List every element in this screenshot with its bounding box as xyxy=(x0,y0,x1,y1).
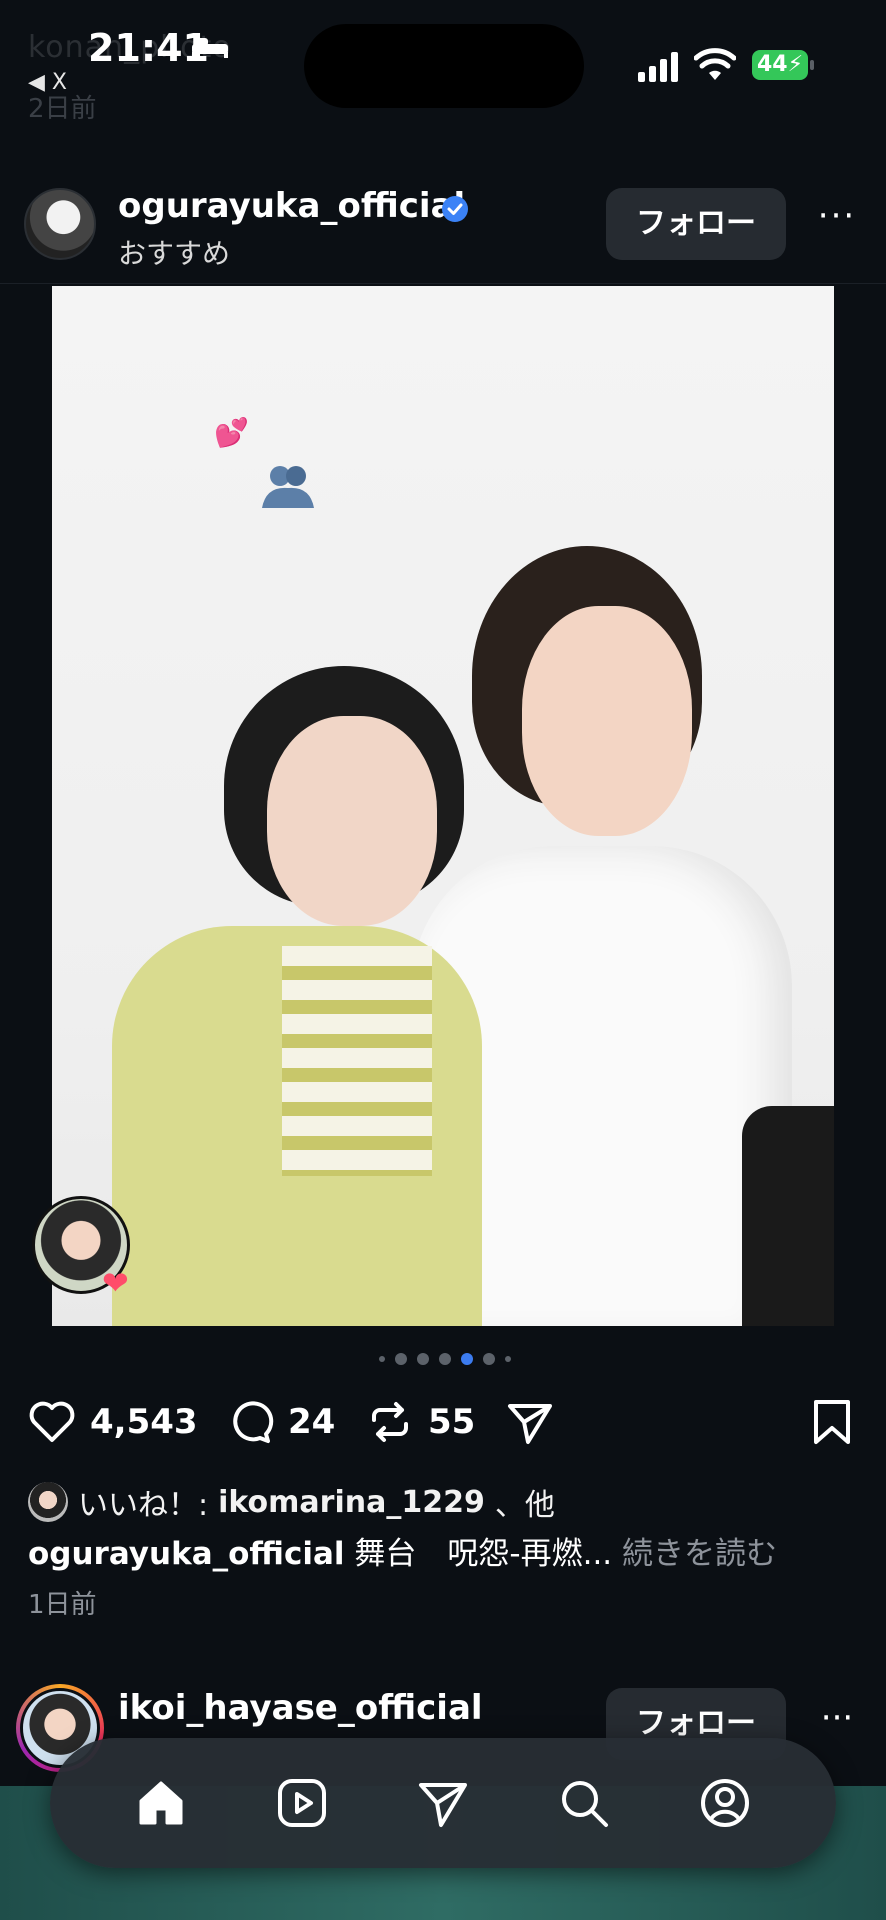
post-caption: ogurayuka_official 舞台 呪怨-再燃... 続きを読む xyxy=(28,1528,777,1573)
carousel-dot xyxy=(483,1353,495,1365)
back-to-app-link[interactable]: ◀ X xyxy=(28,70,67,95)
tab-home[interactable] xyxy=(129,1771,193,1835)
repost-icon xyxy=(372,1402,408,1442)
carousel-dot xyxy=(417,1353,429,1365)
repost-action[interactable]: 55 xyxy=(364,1392,475,1452)
send-icon xyxy=(508,1404,552,1444)
carousel-dot xyxy=(395,1353,407,1365)
send-icon xyxy=(418,1783,467,1827)
battery-level: 44 xyxy=(756,52,788,77)
tab-messages[interactable] xyxy=(411,1771,475,1835)
status-bar: konan_photo 2日前 21:41 ◀ X 44⚡ xyxy=(0,0,886,140)
heart-reaction-icon: ❤ xyxy=(102,1264,129,1302)
post-username[interactable]: ogurayuka_official xyxy=(118,186,465,226)
share-action[interactable] xyxy=(504,1392,556,1452)
carousel-dot-active xyxy=(461,1353,473,1365)
liked-by-user[interactable]: ikomarina_1229 xyxy=(218,1485,485,1520)
liked-by-avatar xyxy=(28,1482,68,1522)
post-actions: 4,543 24 55 xyxy=(0,1392,886,1452)
reposts-count: 55 xyxy=(428,1402,476,1442)
battery-indicator: 44⚡ xyxy=(752,50,814,80)
carousel-indicator xyxy=(370,1352,520,1366)
tab-search[interactable] xyxy=(552,1771,616,1835)
read-more-link[interactable]: 続きを読む xyxy=(622,1536,777,1572)
home-icon xyxy=(139,1781,183,1825)
comment-icon xyxy=(233,1401,274,1443)
liked-by-suffix: 、他 xyxy=(494,1488,555,1523)
profile-icon xyxy=(701,1779,750,1827)
post-header: ogurayuka_official おすすめ フォロー ··· xyxy=(0,176,886,284)
comment-action[interactable]: 24 xyxy=(224,1392,335,1452)
dynamic-island xyxy=(304,24,584,108)
post-photo[interactable]: 💕 xyxy=(52,286,834,1326)
caption-text: 舞台 呪怨-再燃... xyxy=(344,1536,623,1572)
reels-icon xyxy=(277,1779,326,1827)
hearts-sticker: 💕 xyxy=(214,416,249,449)
next-more-options-icon[interactable]: ··· xyxy=(812,1698,862,1748)
follow-button[interactable]: フォロー xyxy=(606,188,786,260)
cellular-signal-icon xyxy=(638,52,678,82)
carousel-dot xyxy=(379,1356,385,1362)
tab-profile[interactable] xyxy=(693,1771,757,1835)
wifi-icon xyxy=(694,48,736,80)
carousel-dot xyxy=(439,1353,451,1365)
save-action[interactable] xyxy=(806,1392,858,1452)
bed-icon xyxy=(192,38,228,58)
tab-reels[interactable] xyxy=(270,1771,334,1835)
photo-subject-left-face xyxy=(267,716,437,926)
comments-count: 24 xyxy=(288,1402,336,1442)
post-timestamp: 1日前 xyxy=(28,1590,97,1620)
like-action[interactable]: 4,543 xyxy=(26,1392,198,1452)
bookmark-icon xyxy=(814,1400,850,1444)
more-options-icon[interactable]: ··· xyxy=(812,196,862,246)
photo-subject-left-shirt xyxy=(282,946,432,1176)
suggested-label: おすすめ xyxy=(118,237,231,270)
bottom-tab-bar xyxy=(50,1738,836,1868)
photo-background-bag xyxy=(742,1106,834,1326)
avatar[interactable] xyxy=(24,188,96,260)
photo-subject-right-face xyxy=(522,606,692,836)
search-icon xyxy=(562,1781,609,1827)
heart-icon xyxy=(29,1401,75,1442)
caption-username[interactable]: ogurayuka_official xyxy=(28,1536,345,1572)
verified-badge-icon xyxy=(442,196,468,222)
next-post-username[interactable]: ikoi_hayase_official xyxy=(118,1688,483,1728)
liked-by-line[interactable]: いいね！: ikomarina_1229 、他 xyxy=(28,1480,555,1524)
carousel-dot xyxy=(505,1356,511,1362)
liked-by-prefix: いいね！: xyxy=(78,1488,209,1523)
likes-count: 4,543 xyxy=(90,1402,198,1442)
hug-sticker-icon xyxy=(262,466,314,508)
